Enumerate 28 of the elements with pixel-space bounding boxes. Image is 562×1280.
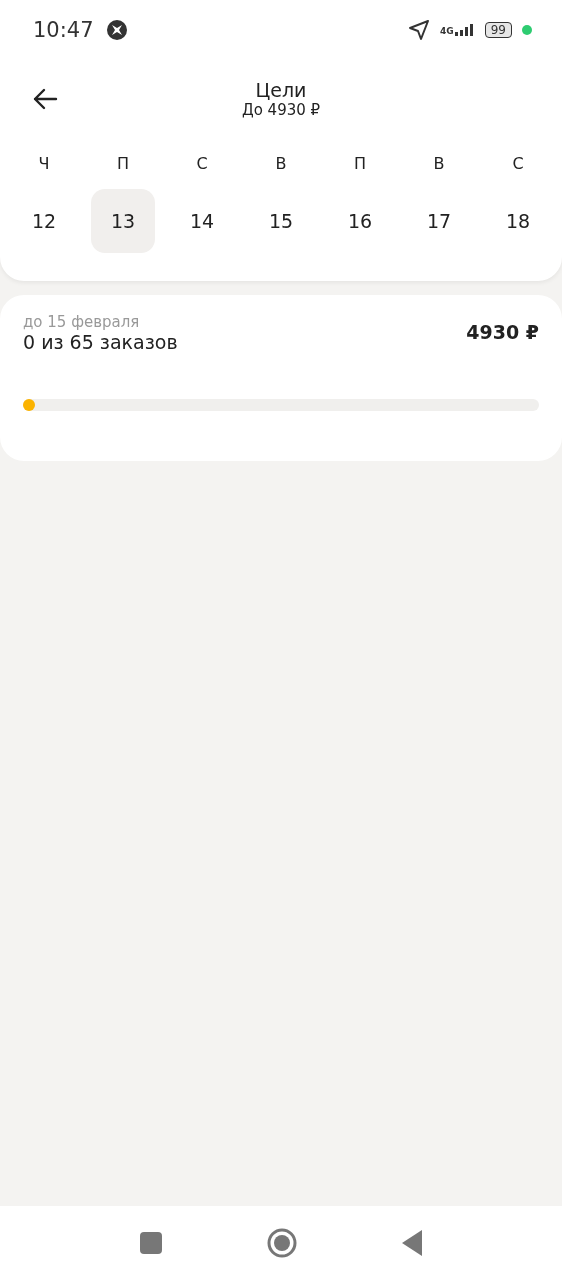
battery-indicator: 99 bbox=[484, 22, 512, 38]
weekday-label: С bbox=[196, 154, 208, 173]
date-button[interactable]: 18 bbox=[486, 189, 550, 253]
home-icon[interactable] bbox=[267, 1228, 297, 1258]
date-button[interactable]: 15 bbox=[249, 189, 313, 253]
screen-title: Цели bbox=[255, 79, 307, 101]
goal-deadline: до 15 февраля bbox=[23, 313, 141, 331]
location-icon bbox=[408, 19, 431, 41]
back-button[interactable] bbox=[32, 88, 60, 112]
status-time: 10:47 bbox=[33, 18, 94, 42]
app-notification-icon bbox=[105, 19, 128, 41]
date-button[interactable]: 16 bbox=[328, 189, 392, 253]
date-button[interactable]: 14 bbox=[170, 189, 234, 253]
weekday-label: П bbox=[117, 154, 129, 173]
recents-icon[interactable] bbox=[140, 1232, 162, 1254]
weekday-label: В bbox=[275, 154, 287, 173]
goal-amount: 4930 ₽ bbox=[466, 321, 539, 343]
weekday-label: П bbox=[354, 154, 366, 173]
weekday-label: В bbox=[433, 154, 445, 173]
back-icon[interactable] bbox=[402, 1230, 422, 1256]
weekday-label: Ч bbox=[38, 154, 50, 173]
status-dot-icon bbox=[522, 25, 532, 35]
date-button[interactable]: 17 bbox=[407, 189, 471, 253]
date-button[interactable]: 12 bbox=[12, 189, 76, 253]
screen-subtitle: До 4930 ₽ bbox=[241, 101, 321, 119]
date-button[interactable]: 13 bbox=[91, 189, 155, 253]
goal-progress-text: 0 из 65 заказов bbox=[23, 331, 178, 353]
weekday-label: С bbox=[512, 154, 524, 173]
